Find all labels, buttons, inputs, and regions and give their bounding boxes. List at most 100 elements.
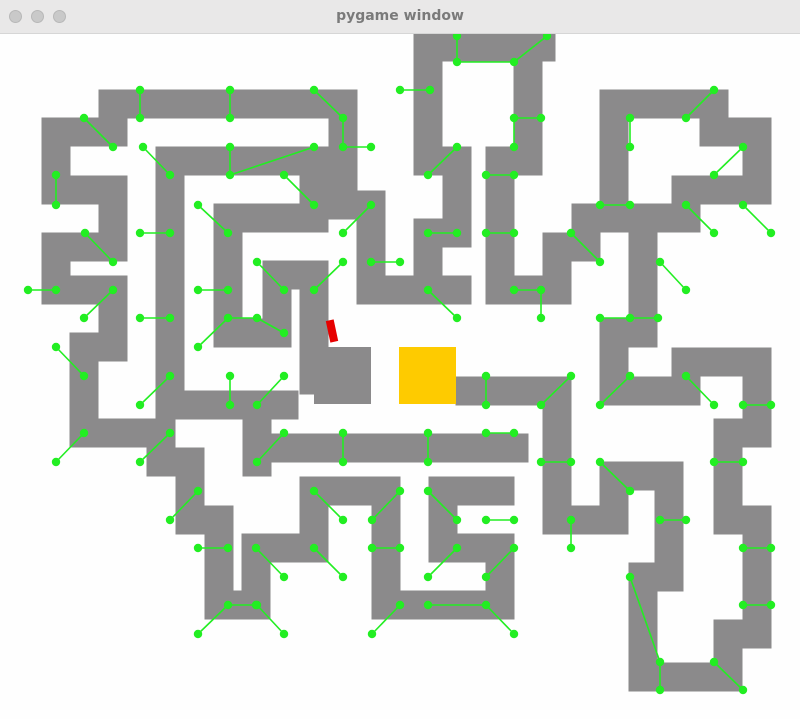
waypoint-node [338,113,348,123]
waypoint-node [193,285,203,295]
waypoint-node [165,515,175,525]
waypoint-edge [659,261,687,291]
waypoint-node [338,428,348,438]
waypoint-node [681,113,691,123]
waypoint-node [135,457,145,467]
waypoint-node [766,543,776,553]
waypoint-node [681,200,691,210]
waypoint-node [595,400,605,410]
waypoint-node [367,543,377,553]
waypoint-node [367,629,377,639]
waypoint-node [225,142,235,152]
waypoint-node [766,600,776,610]
waypoint-node [625,113,635,123]
waypoint-node [423,457,433,467]
waypoint-node [595,313,605,323]
waypoint-node [138,142,148,152]
track-block [314,347,371,404]
waypoint-node [165,228,175,238]
waypoint-node [536,400,546,410]
waypoint-node [536,457,546,467]
waypoint-node [509,543,519,553]
waypoint-node [223,600,233,610]
waypoint-node [509,285,519,295]
waypoint-node [279,629,289,639]
waypoint-node [193,629,203,639]
waypoint-node [509,629,519,639]
waypoint-node [653,313,663,323]
waypoint-node [655,685,665,695]
waypoint-node [309,200,319,210]
waypoint-node [193,486,203,496]
waypoint-node [481,428,491,438]
waypoint-node [738,457,748,467]
waypoint-node [165,313,175,323]
waypoint-node [509,113,519,123]
waypoint-node [655,257,665,267]
waypoint-node [279,285,289,295]
waypoint-node [423,600,433,610]
waypoint-node [452,142,462,152]
waypoint-node [536,113,546,123]
waypoint-edge [713,146,744,176]
waypoint-node [452,57,462,67]
waypoint-node [481,515,491,525]
waypoint-node [251,600,261,610]
waypoint-node [595,457,605,467]
waypoint-node [23,285,33,295]
waypoint-node [452,313,462,323]
waypoint-node [509,142,519,152]
waypoint-node [366,257,376,267]
waypoint-node [738,200,748,210]
window-title: pygame window [336,8,464,24]
waypoint-node [279,371,289,381]
waypoint-node [223,313,233,323]
waypoint-node [566,515,576,525]
waypoint-node [252,457,262,467]
waypoint-node [225,170,235,180]
waypoint-node [395,543,405,553]
waypoint-node [225,371,235,381]
app-window: pygame window [0,0,800,719]
waypoint-node [79,313,89,323]
waypoint-node [481,228,491,238]
waypoint-node [279,428,289,438]
waypoint-node [536,285,546,295]
waypoint-node [79,113,89,123]
waypoint-node [279,170,289,180]
waypoint-node [452,228,462,238]
waypoint-node [452,543,462,553]
waypoint-node [481,600,491,610]
waypoint-node [165,371,175,381]
waypoint-node [709,400,719,410]
waypoint-node [79,371,89,381]
waypoint-node [309,543,319,553]
waypoint-node [566,228,576,238]
waypoint-node [709,85,719,95]
game-canvas[interactable] [0,34,800,719]
waypoint-node [395,85,405,95]
waypoint-node [338,142,348,152]
waypoint-node [338,515,348,525]
waypoint-node [738,600,748,610]
waypoint-node [625,142,635,152]
waypoint-node [51,342,61,352]
waypoint-node [595,257,605,267]
waypoint-node [135,313,145,323]
waypoint-node [223,543,233,553]
waypoint-node [709,170,719,180]
waypoint-node [566,371,576,381]
waypoint-node [193,342,203,352]
waypoint-node [165,170,175,180]
waypoint-node [51,285,61,295]
waypoint-node [367,515,377,525]
waypoint-node [681,371,691,381]
waypoint-node [481,371,491,381]
waypoint-node [425,85,435,95]
waypoint-node [252,313,262,323]
waypoint-node [135,228,145,238]
waypoint-node [108,257,118,267]
waypoint-node [395,486,405,496]
waypoint-node [395,257,405,267]
waypoint-node [79,428,89,438]
